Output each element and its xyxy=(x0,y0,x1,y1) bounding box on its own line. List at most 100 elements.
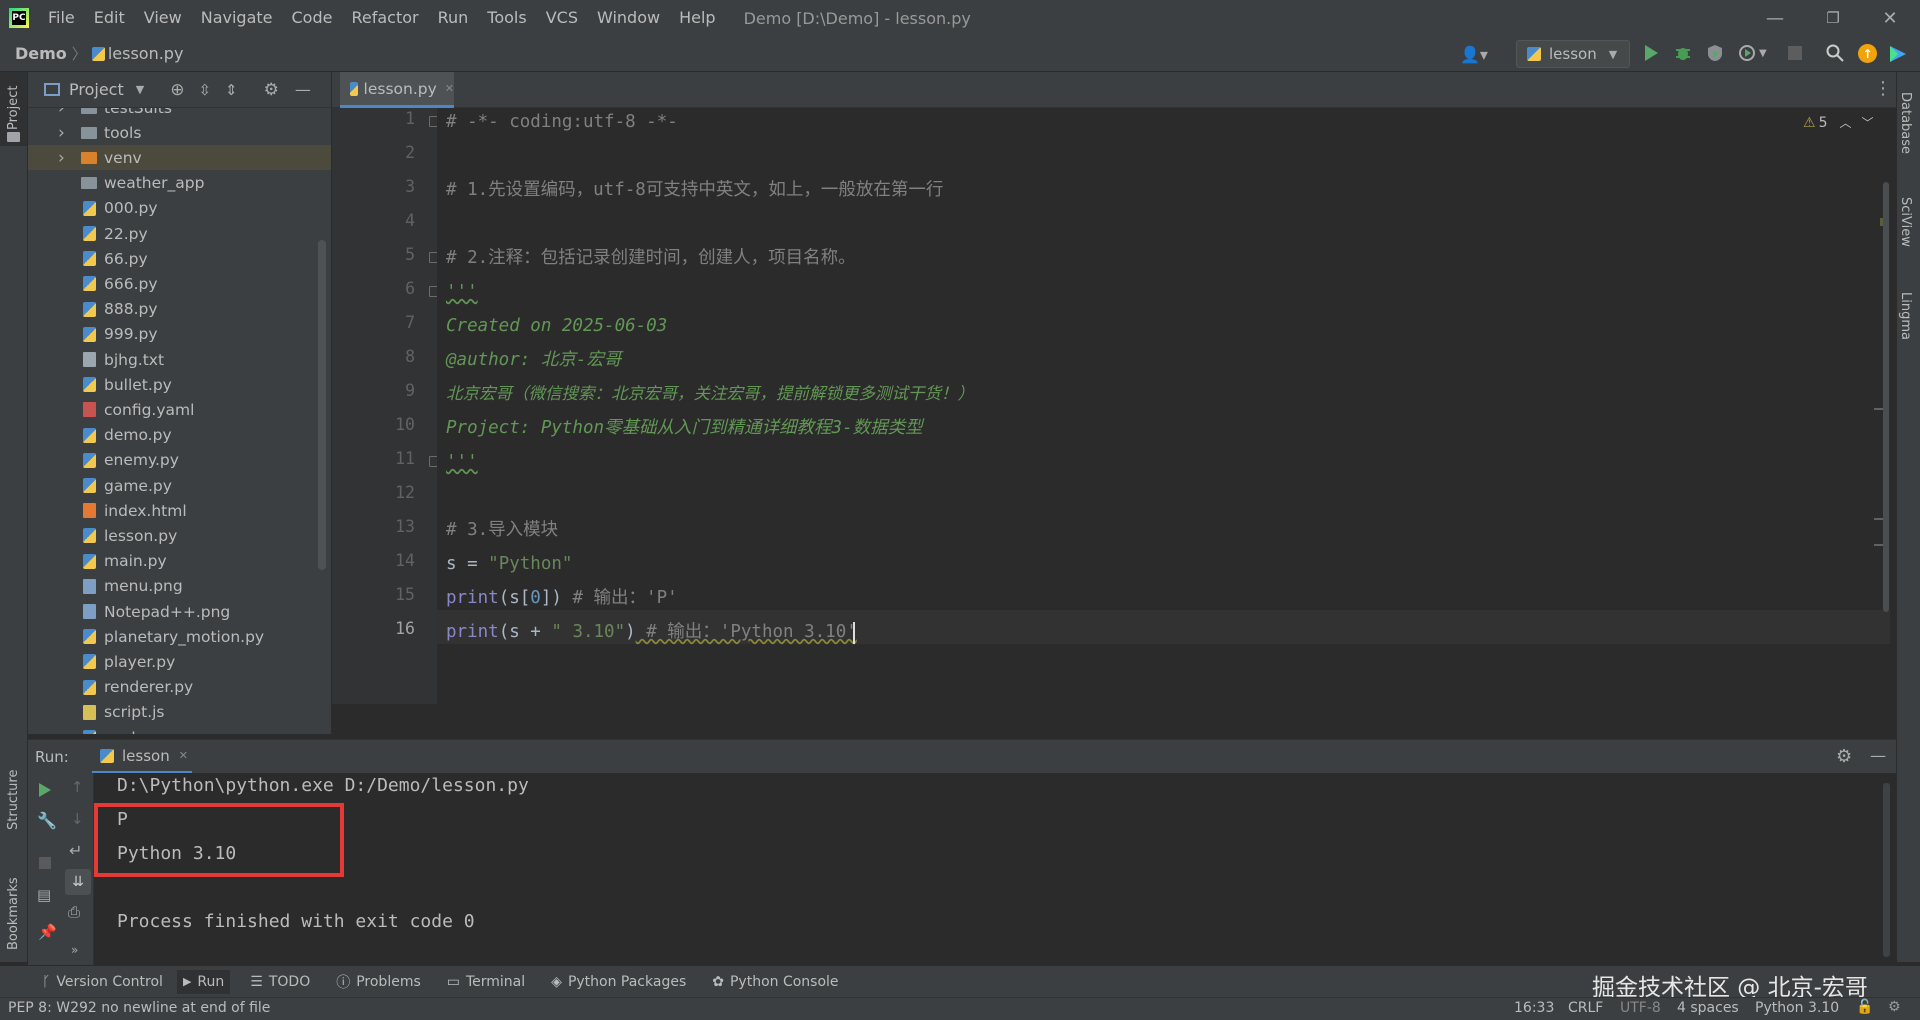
project-tree-item[interactable]: 66.py xyxy=(28,246,331,271)
more-vertical-icon[interactable]: ⋮ xyxy=(1874,78,1892,99)
arrow-up-icon[interactable]: ↑ xyxy=(71,778,84,796)
status-message[interactable]: PEP 8: W292 no newline at end of file xyxy=(8,1000,270,1016)
file-encoding[interactable]: UTF-8 xyxy=(1620,1000,1661,1016)
run-button[interactable] xyxy=(1643,44,1659,62)
coverage-button[interactable] xyxy=(1706,44,1724,62)
lingma-tool-button[interactable]: Lingma xyxy=(1897,282,1920,372)
project-view-title[interactable]: Project xyxy=(69,80,124,99)
project-tree-item[interactable]: index.html xyxy=(28,498,331,523)
locate-file-icon[interactable]: ⊕ xyxy=(170,80,184,100)
run-console[interactable]: D:\Python\python.exe D:/Demo/lesson.py P… xyxy=(94,773,1896,965)
tool-python-packages[interactable]: ◈ Python Packages xyxy=(551,974,686,990)
tool-terminal[interactable]: ▭ Terminal xyxy=(447,974,525,990)
tool-python-console[interactable]: ✿ Python Console xyxy=(712,974,838,990)
minimize-button[interactable]: — xyxy=(1747,0,1803,36)
expand-all-icon[interactable]: ⇳ xyxy=(198,81,211,99)
indent-setting[interactable]: 4 spaces xyxy=(1677,1000,1739,1016)
project-tool-button[interactable]: Project xyxy=(0,72,27,146)
project-tree-item[interactable]: menu.png xyxy=(28,574,331,599)
tool-version-control[interactable]: ᚴ Version Control xyxy=(42,974,163,990)
menu-run[interactable]: Run xyxy=(429,0,479,36)
menu-code[interactable]: Code xyxy=(283,0,343,36)
scroll-to-end-button[interactable]: ⇊ xyxy=(65,869,91,895)
layout-icon[interactable]: ▤ xyxy=(37,886,51,904)
jetbrains-ai-button[interactable] xyxy=(1888,44,1908,64)
notification-icon[interactable]: ⚙ xyxy=(1888,999,1901,1015)
gear-icon[interactable]: ⚙ xyxy=(1836,746,1852,767)
project-tree-item[interactable]: weather_app xyxy=(28,171,331,196)
project-tree-item[interactable]: enemy.py xyxy=(28,448,331,473)
project-tree-item[interactable]: 999.py xyxy=(28,322,331,347)
interpreter-setting[interactable]: Python 3.10 xyxy=(1755,1000,1839,1016)
project-tree-item[interactable]: demo.py xyxy=(28,423,331,448)
project-tree-item[interactable]: 888.py xyxy=(28,297,331,322)
project-tree-item[interactable]: bullet.py xyxy=(28,372,331,397)
tool-todo[interactable]: ☰ TODO xyxy=(250,974,310,990)
restore-button[interactable]: ❐ xyxy=(1805,0,1861,36)
stop-button[interactable] xyxy=(39,857,51,869)
menu-file[interactable]: File xyxy=(39,0,85,36)
project-tree-item[interactable]: game.py xyxy=(28,473,331,498)
project-tree-item[interactable]: bjhg.txt xyxy=(28,347,331,372)
project-tree-item[interactable]: player.py xyxy=(28,649,331,674)
menu-navigate[interactable]: Navigate xyxy=(192,0,283,36)
run-config-select[interactable]: lesson ▼ xyxy=(1516,40,1630,68)
project-tree-item[interactable]: 22.py xyxy=(28,221,331,246)
inspection-widget[interactable]: ⚠ 5 ︿ ﹀ xyxy=(1803,114,1874,131)
project-tree-item[interactable]: snake_game.py xyxy=(28,725,331,734)
breadcrumb-project[interactable]: Demo xyxy=(15,44,67,63)
updates-button[interactable]: ↑ xyxy=(1858,44,1877,63)
project-tree-item[interactable]: lesson.py xyxy=(28,523,331,548)
hide-panel-icon[interactable]: — xyxy=(1870,746,1886,765)
search-everywhere-button[interactable] xyxy=(1826,44,1844,62)
project-tree-item[interactable]: 666.py xyxy=(28,271,331,296)
arrow-down-icon[interactable]: ↓ xyxy=(71,810,84,828)
close-tab-icon[interactable]: ✕ xyxy=(445,82,454,95)
pin-icon[interactable]: 📌 xyxy=(38,923,57,941)
console-scrollbar[interactable] xyxy=(1883,783,1890,957)
database-tool-button[interactable]: Database xyxy=(1897,82,1920,172)
bookmarks-tool-button[interactable]: Bookmarks xyxy=(0,862,27,962)
menu-vcs[interactable]: VCS xyxy=(537,0,588,36)
run-tab-lesson[interactable]: lesson ✕ xyxy=(92,740,192,774)
project-tree-scrollbar[interactable] xyxy=(318,240,326,570)
sciview-tool-button[interactable]: SciView xyxy=(1897,187,1920,277)
project-tree-item[interactable]: main.py xyxy=(28,549,331,574)
menu-view[interactable]: View xyxy=(135,0,192,36)
project-tree-item[interactable]: › tools xyxy=(28,120,331,145)
code-editor[interactable]: # -*- coding:utf-8 -*- # 1.先设置编码，utf-8可支… xyxy=(437,108,1890,704)
profile-button[interactable]: ▼ xyxy=(1738,44,1767,62)
caret-position[interactable]: 16:33 xyxy=(1514,1000,1554,1016)
collapse-all-icon[interactable]: ⇕ xyxy=(225,81,238,99)
lock-icon[interactable]: 🔓 xyxy=(1856,999,1873,1015)
gear-icon[interactable]: ⚙ xyxy=(264,80,279,100)
hide-panel-icon[interactable]: — xyxy=(295,80,311,99)
menu-window[interactable]: Window xyxy=(588,0,670,36)
line-separator[interactable]: CRLF xyxy=(1568,1000,1603,1016)
close-window-button[interactable]: ✕ xyxy=(1862,0,1918,36)
tool-problems[interactable]: ⓘ Problems xyxy=(336,972,421,992)
close-tab-icon[interactable]: ✕ xyxy=(179,749,188,762)
project-tree-item[interactable]: config.yaml xyxy=(28,397,331,422)
rerun-button[interactable] xyxy=(38,782,52,798)
editor-scrollbar[interactable] xyxy=(1883,182,1889,612)
editor-tab-lesson[interactable]: lesson.py ✕ xyxy=(340,72,454,108)
project-tree-item[interactable]: › testSuits xyxy=(28,108,331,120)
wrench-icon[interactable]: 🔧 xyxy=(37,811,57,830)
chevron-up-icon[interactable]: ︿ xyxy=(1839,114,1851,131)
structure-tool-button[interactable]: Structure xyxy=(0,752,27,842)
menu-refactor[interactable]: Refactor xyxy=(342,0,428,36)
chevron-down-icon[interactable]: ﹀ xyxy=(1862,114,1874,131)
print-icon[interactable]: ⎙ xyxy=(68,903,80,921)
tool-run[interactable]: ▶ Run xyxy=(176,969,231,994)
project-tree-item[interactable]: renderer.py xyxy=(28,675,331,700)
debug-button[interactable] xyxy=(1674,44,1692,62)
account-button[interactable]: 👤▾ xyxy=(1460,42,1496,66)
soft-wrap-icon[interactable]: ↵ xyxy=(69,841,82,860)
more-icon[interactable]: » xyxy=(71,943,78,957)
project-tree-item[interactable]: script.js xyxy=(28,700,331,725)
stop-button[interactable] xyxy=(1788,46,1802,60)
menu-edit[interactable]: Edit xyxy=(85,0,135,36)
project-tree-item[interactable]: 000.py xyxy=(28,196,331,221)
breadcrumb-file[interactable]: lesson.py xyxy=(108,44,184,63)
